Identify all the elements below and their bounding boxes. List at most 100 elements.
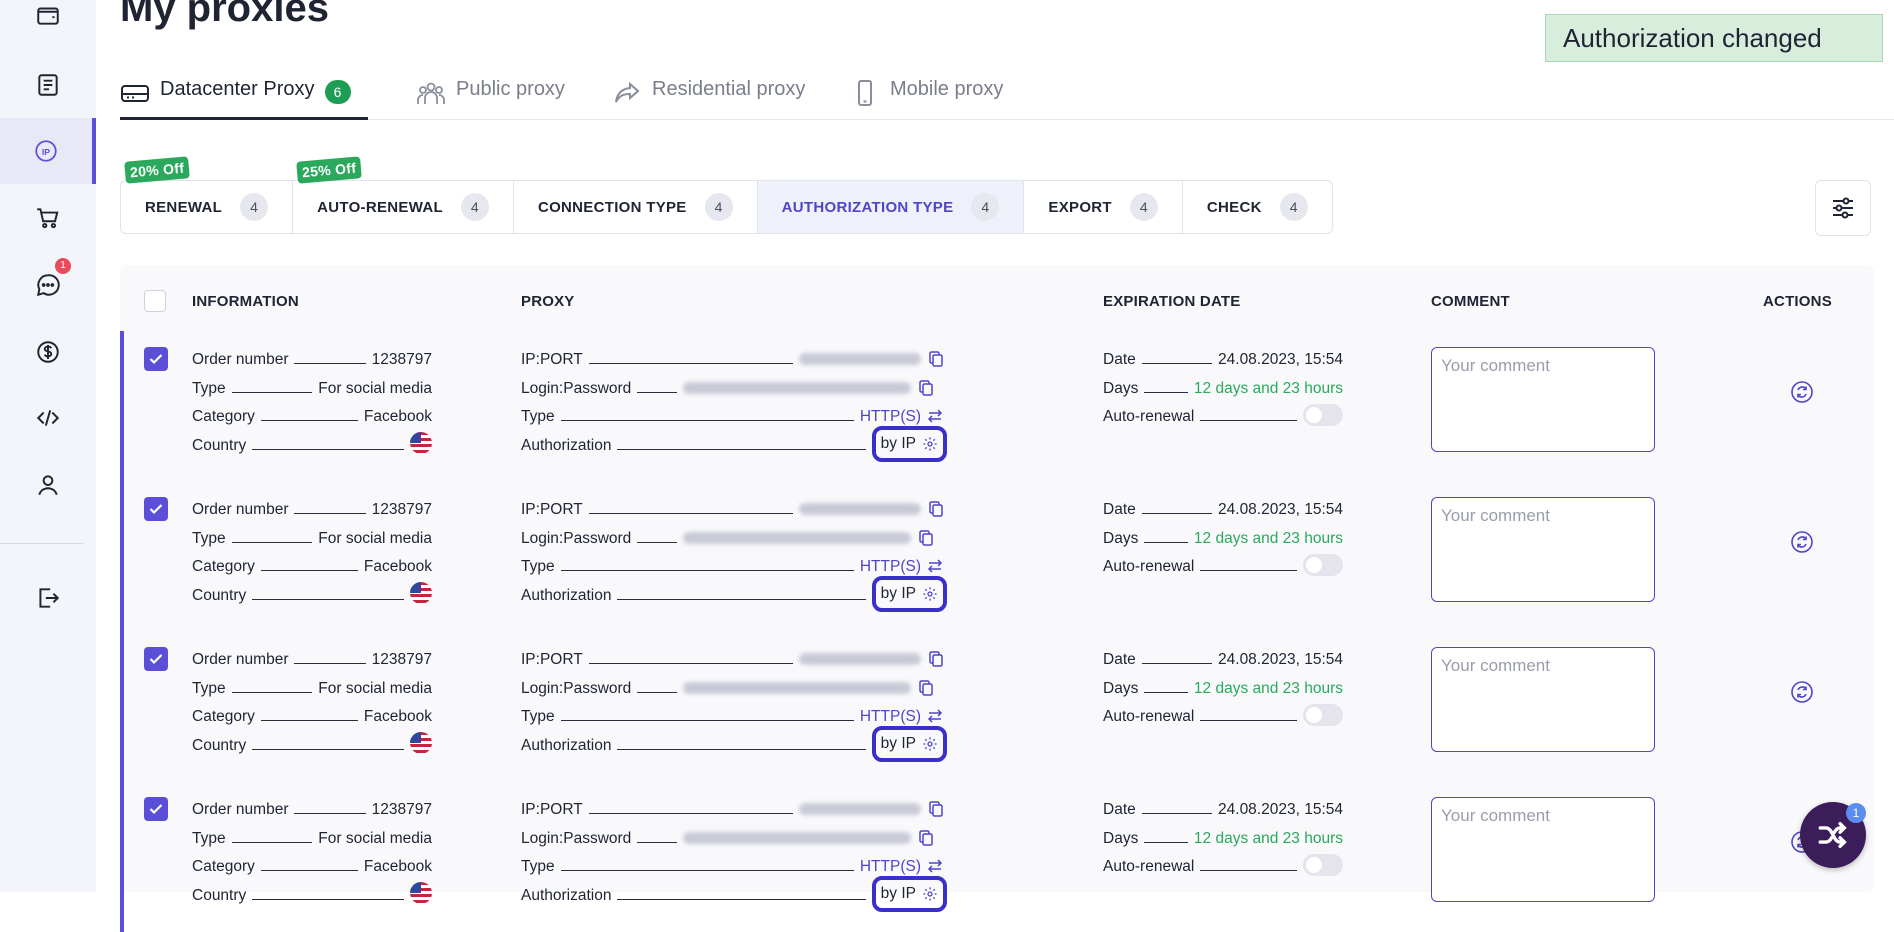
field-label: Type [521, 408, 555, 425]
auto-renewal-toggle[interactable] [1303, 704, 1343, 726]
field-label: Authorization [521, 737, 612, 754]
refresh-action-icon[interactable] [1789, 679, 1815, 705]
sidebar-item-api[interactable] [0, 385, 96, 451]
authorization-type-pill[interactable]: by IP [871, 426, 947, 462]
tab-label: Residential proxy [652, 78, 806, 100]
authorization-type-pill[interactable]: by IP [871, 726, 947, 762]
country-field: Country [192, 582, 432, 605]
toolbar-label: CONNECTION TYPE [537, 198, 687, 216]
proxy-type-value[interactable]: HTTP(S) [860, 858, 921, 876]
authorization-field: Authorization by IP [521, 876, 947, 912]
check-button[interactable]: CHECK 4 [1183, 181, 1332, 233]
sidebar-item-logout[interactable] [0, 565, 96, 631]
authorization-value: by IP [880, 735, 916, 752]
type-value: For social media [318, 380, 432, 397]
authorization-type-button[interactable]: AUTHORIZATION TYPE 4 [757, 181, 1025, 233]
auto-renewal-button[interactable]: 25% Off AUTO-RENEWAL 4 [293, 156, 514, 233]
swap-icon[interactable] [927, 859, 943, 873]
checkmark-icon [149, 354, 163, 365]
refresh-action-icon[interactable] [1789, 529, 1815, 555]
sidebar-item-billing[interactable] [0, 319, 96, 385]
proxy-type-value[interactable]: HTTP(S) [860, 708, 921, 726]
field-label: Login:Password [521, 380, 632, 397]
checkmark-icon [149, 654, 163, 665]
type-value: For social media [318, 680, 432, 697]
toolbar-label: AUTO-RENEWAL [317, 198, 443, 216]
checkmark-icon [149, 504, 163, 515]
field-label: IP:PORT [521, 501, 583, 518]
sidebar-item-ip[interactable]: IP [0, 118, 96, 184]
field-label: Date [1103, 501, 1136, 518]
proxy-type-value[interactable]: HTTP(S) [860, 408, 921, 426]
order-number-field: Order number 1238797 [192, 497, 432, 519]
authorization-value: by IP [880, 885, 916, 902]
fab-badge: 1 [1846, 803, 1866, 823]
share-arrow-icon [615, 81, 640, 103]
swap-icon[interactable] [927, 559, 943, 573]
auto-renewal-toggle[interactable] [1303, 854, 1343, 876]
refresh-action-icon[interactable] [1789, 379, 1815, 405]
sliders-icon [1833, 197, 1853, 219]
field-label: Country [192, 887, 247, 904]
authorization-type-pill[interactable]: by IP [871, 576, 947, 612]
proxy-type-value[interactable]: HTTP(S) [860, 558, 921, 576]
row-checkbox[interactable] [144, 647, 168, 671]
tab-datacenter-proxy[interactable]: Datacenter Proxy 6 [120, 78, 368, 120]
toolbar-count: 4 [704, 193, 733, 221]
select-all-checkbox[interactable] [144, 290, 166, 312]
type-value: For social media [318, 530, 432, 547]
table-row: Order number 1238797 Type For social med… [120, 631, 1874, 782]
copy-icon[interactable] [919, 530, 934, 546]
row-checkbox[interactable] [144, 347, 168, 371]
swap-icon[interactable] [927, 409, 943, 423]
sidebar-item-profile[interactable] [0, 452, 96, 518]
copy-icon[interactable] [919, 830, 934, 846]
row-checkbox[interactable] [144, 497, 168, 521]
swap-icon[interactable] [927, 709, 943, 723]
copy-icon[interactable] [929, 501, 943, 517]
login-password-field: Login:Password [521, 376, 943, 398]
connection-type-button[interactable]: CONNECTION TYPE 4 [514, 181, 758, 233]
field-label: Date [1103, 651, 1136, 668]
authorization-type-pill[interactable]: by IP [871, 876, 947, 912]
comment-input[interactable] [1431, 797, 1655, 902]
discount-badge: 20% Off [124, 156, 191, 184]
sidebar-item-orders[interactable] [0, 52, 96, 118]
auto-renewal-toggle[interactable] [1303, 554, 1343, 576]
login-password-value-hidden [683, 532, 912, 544]
field-label: Category [192, 708, 255, 725]
copy-icon[interactable] [919, 380, 934, 396]
tab-mobile-proxy[interactable]: Mobile proxy [850, 78, 1003, 120]
comment-input[interactable] [1431, 497, 1655, 602]
comment-input[interactable] [1431, 347, 1655, 452]
field-label: Days [1103, 830, 1139, 847]
copy-icon[interactable] [929, 351, 943, 367]
field-label: Auto-renewal [1103, 558, 1195, 575]
ip-port-field: IP:PORT [521, 347, 943, 369]
copy-icon[interactable] [919, 680, 934, 696]
order-number-field: Order number 1238797 [192, 647, 432, 669]
copy-icon[interactable] [929, 801, 943, 817]
tab-label: Public proxy [456, 78, 565, 100]
authorization-field: Authorization by IP [521, 426, 947, 462]
auto-renewal-toggle[interactable] [1303, 404, 1343, 426]
sidebar-item-cart[interactable] [0, 185, 96, 251]
tab-public-proxy[interactable]: Public proxy [416, 78, 565, 120]
renewal-button[interactable]: 20% Off RENEWAL 4 [121, 156, 294, 233]
date-field: Date 24.08.2023, 15:54 [1103, 797, 1343, 819]
category-field: Category Facebook [192, 554, 432, 576]
row-checkbox[interactable] [144, 797, 168, 821]
category-value: Facebook [363, 558, 432, 575]
ip-port-value-hidden [799, 503, 921, 515]
header-comment: COMMENT [1431, 293, 1510, 310]
copy-icon[interactable] [929, 651, 943, 667]
export-button[interactable]: EXPORT 4 [1024, 181, 1183, 233]
field-label: Authorization [521, 437, 612, 454]
order-number-value: 1238797 [371, 351, 432, 368]
comment-input[interactable] [1431, 647, 1655, 752]
date-field: Date 24.08.2023, 15:54 [1103, 497, 1343, 519]
filter-settings-button[interactable] [1815, 180, 1871, 236]
sidebar-item-chat[interactable]: 1 [0, 252, 96, 318]
sidebar-item-wallet[interactable] [0, 0, 96, 48]
tab-residential-proxy[interactable]: Residential proxy [612, 78, 805, 120]
